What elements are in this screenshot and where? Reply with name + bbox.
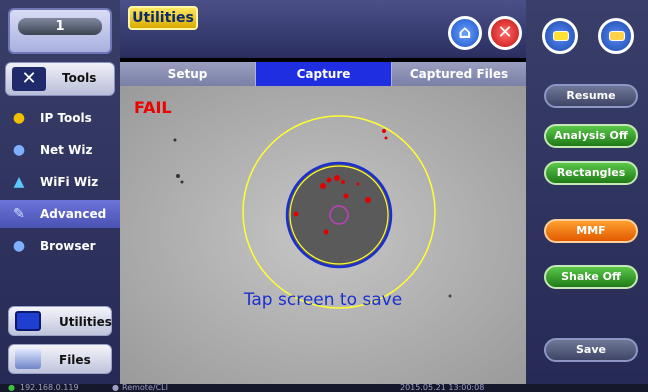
fiber-capture-view[interactable]: FAIL Tap screen to save [120,86,526,384]
tab-bar: Setup Capture Captured Files [120,62,526,86]
sidebar-item-wifi-wiz[interactable]: ▲ WiFi Wiz [0,168,120,196]
defect-mark [341,180,345,184]
defect-mark [320,183,326,189]
mmf-button[interactable]: MMF [544,219,638,243]
dust-speck [180,180,184,184]
utilities-button[interactable]: Utilities [8,306,112,336]
close-button[interactable]: ✕ [488,16,522,50]
defect-mark [293,211,299,217]
files-button[interactable]: Files [8,344,112,374]
tools-icon: ✕ [12,67,46,91]
folder-icon [609,31,625,41]
defect-mark [334,175,340,181]
files-label: Files [59,353,91,367]
save-button[interactable]: Save [544,338,638,362]
save-prompt: Tap screen to save [243,290,403,310]
minimize-icon [553,31,569,41]
datetime: 2015.05.21 13:00:08 [400,383,485,392]
defect-mark [326,177,332,183]
left-sidebar: 1 ✕ Tools ● IP Tools ● Net Wiz ▲ WiFi Wi… [0,0,120,384]
sidebar-item-label: Advanced [40,207,107,221]
defect-mark [356,182,360,186]
status-bar: ● 192.168.0.119 ● Remote/CLI 2015.05.21 … [0,384,648,392]
sidebar-item-label: Browser [40,239,96,253]
net-wiz-icon: ● [12,142,26,158]
ip-tools-icon: ● [12,110,26,126]
right-sidebar: Resume Analysis Off Rectangles MMF Shake… [526,0,648,384]
defect-mark [343,193,349,199]
network-status-icon: ● [8,383,15,392]
defect-mark [382,129,386,133]
utilities-icon [15,311,41,331]
dust-speck [173,138,177,142]
page-title: Utilities [128,6,198,30]
wifi-wiz-icon: ▲ [13,174,25,190]
tab-captured-files[interactable]: Captured Files [392,62,526,86]
utilities-label: Utilities [59,315,112,329]
dust-speck [176,174,180,178]
remote-status: Remote/CLI [122,383,168,392]
fiber-end-face-image [173,115,452,309]
rectangles-button[interactable]: Rectangles [544,161,638,185]
tools-button[interactable]: ✕ Tools [5,62,115,96]
files-icon [15,349,41,369]
tab-capture[interactable]: Capture [256,62,391,86]
sidebar-item-net-wiz[interactable]: ● Net Wiz [0,136,120,164]
sidebar-item-label: WiFi Wiz [40,175,99,189]
sidebar-item-label: Net Wiz [40,143,93,157]
shake-off-button[interactable]: Shake Off [544,265,638,289]
sidebar-item-label: IP Tools [40,111,92,125]
advanced-icon: ✎ [13,206,25,222]
ip-address: 192.168.0.119 [20,383,79,392]
counter-value: 1 [18,18,102,35]
sidebar-item-advanced[interactable]: ✎ Advanced [0,200,120,228]
close-icon: ✕ [497,22,513,43]
test-result-label: FAIL [134,98,172,117]
home-button[interactable]: ⌂ [448,16,482,50]
counter-display[interactable]: 1 [8,8,112,54]
remote-icon: ● [112,383,119,392]
minimize-button[interactable] [542,18,578,54]
browser-icon: ● [12,238,26,254]
defect-mark [384,136,388,140]
resume-button[interactable]: Resume [544,84,638,108]
defect-mark [323,229,329,235]
defect-mark [365,197,371,203]
sidebar-item-browser[interactable]: ● Browser [0,232,120,260]
open-folder-button[interactable] [598,18,634,54]
analysis-off-button[interactable]: Analysis Off [544,124,638,148]
home-icon: ⌂ [458,22,472,43]
sidebar-item-ip-tools[interactable]: ● IP Tools [0,104,120,132]
tools-label: Tools [62,71,97,85]
tab-setup[interactable]: Setup [120,62,255,86]
header-bar: Utilities ⌂ ✕ [120,0,526,58]
